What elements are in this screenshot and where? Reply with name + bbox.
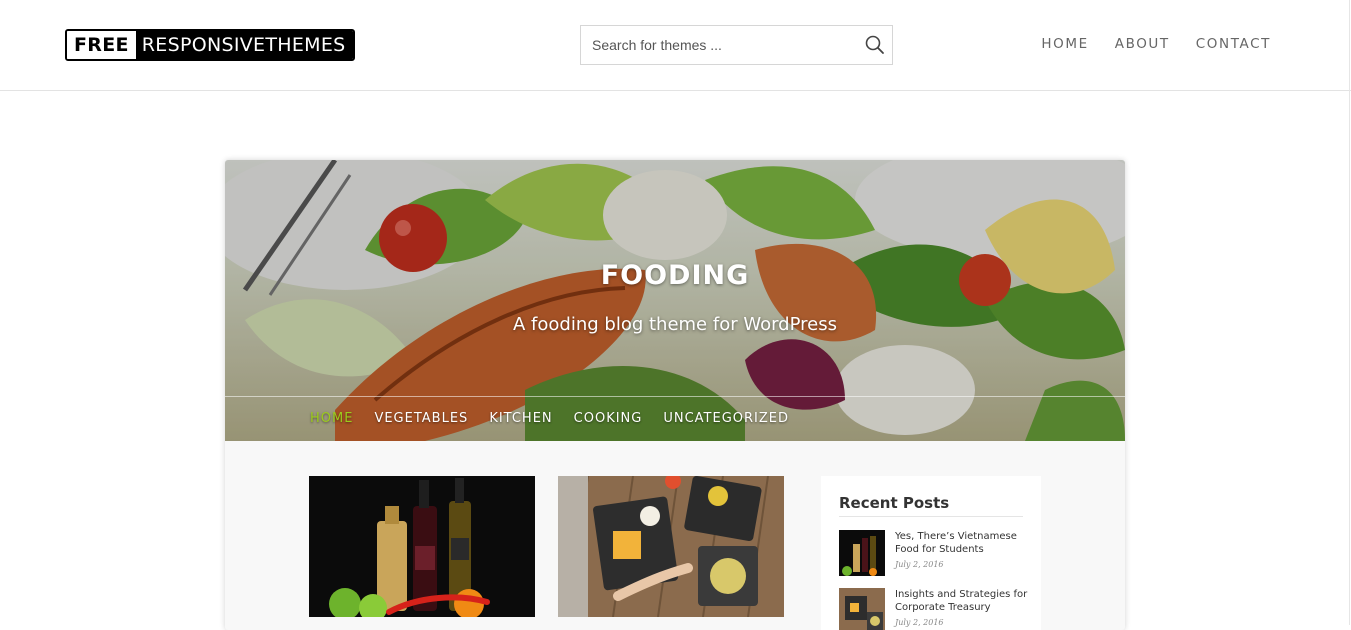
theme-menu: HOME VEGETABLES KITCHEN COOKING UNCATEGO…: [310, 411, 789, 426]
theme-menu-vegetables[interactable]: VEGETABLES: [374, 411, 468, 426]
search-input[interactable]: [581, 26, 851, 64]
site-logo[interactable]: FREE RESPONSIVETHEMES: [65, 29, 355, 61]
widget-title: Recent Posts: [839, 494, 950, 512]
page-edge-divider: [1349, 0, 1350, 625]
hero-divider: [225, 396, 1125, 397]
nav-about-link[interactable]: ABOUT: [1115, 36, 1170, 52]
recent-post-item[interactable]: Yes, There’s Vietnamese Food for Student…: [839, 530, 1029, 580]
main-nav: HOME ABOUT CONTACT: [1041, 36, 1271, 52]
post-thumbnail-food-table[interactable]: [558, 476, 784, 617]
hero-site-title[interactable]: FOODING: [225, 260, 1125, 291]
theme-menu-kitchen[interactable]: KITCHEN: [489, 411, 552, 426]
recent-post-date: July 2, 2016: [895, 618, 944, 627]
nav-contact-link[interactable]: CONTACT: [1196, 36, 1271, 52]
recent-post-thumbnail[interactable]: [839, 588, 885, 630]
theme-menu-cooking[interactable]: COOKING: [574, 411, 643, 426]
theme-preview-card[interactable]: FOODING A fooding blog theme for WordPre…: [225, 160, 1125, 630]
post-thumbnail-bottles[interactable]: [309, 476, 535, 617]
recent-post-date: July 2, 2016: [895, 560, 944, 569]
theme-menu-uncategorized[interactable]: UNCATEGORIZED: [663, 411, 789, 426]
nav-home-link[interactable]: HOME: [1041, 36, 1088, 52]
recent-post-item[interactable]: Insights and Strategies for Corporate Tr…: [839, 588, 1029, 630]
hero-tagline: A fooding blog theme for WordPress: [513, 314, 837, 335]
recent-posts-widget: Recent Posts Yes, There’s Vietnamese Foo…: [821, 476, 1041, 630]
logo-free-text: FREE: [67, 31, 136, 59]
search-icon[interactable]: [864, 34, 886, 56]
recent-post-title[interactable]: Yes, There’s Vietnamese Food for Student…: [895, 530, 1031, 556]
logo-rest-text: RESPONSIVETHEMES: [135, 31, 353, 59]
recent-post-thumbnail[interactable]: [839, 530, 885, 576]
hero-banner: FOODING A fooding blog theme for WordPre…: [225, 160, 1125, 441]
recent-post-title[interactable]: Insights and Strategies for Corporate Tr…: [895, 588, 1031, 614]
widget-divider: [839, 516, 1023, 517]
site-header: FREE RESPONSIVETHEMES HOME ABOUT CONTACT: [0, 0, 1351, 91]
search-box: [580, 25, 893, 65]
theme-menu-home[interactable]: HOME: [310, 411, 353, 426]
salad-hero-image: [225, 160, 1125, 441]
